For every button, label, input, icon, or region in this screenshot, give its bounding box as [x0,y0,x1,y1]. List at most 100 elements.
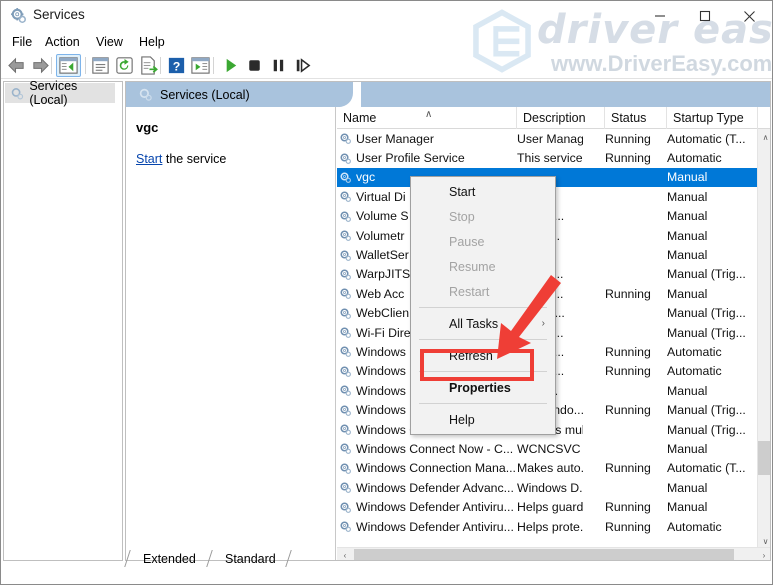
cell-status: Running [605,342,661,361]
restart-service-icon[interactable] [292,55,313,76]
pane-header-label: Services (Local) [160,88,250,102]
service-gear-icon [339,423,352,436]
show-hide-tree-icon[interactable] [58,55,79,76]
tree-item-services-local[interactable]: Services (Local) [5,83,115,103]
tab-separator-left [124,550,131,567]
table-row[interactable]: User ManagerUser Manag...RunningAutomati… [337,129,758,148]
cell-description: WCNCSVC ... [517,439,583,458]
export-list-icon[interactable] [138,55,159,76]
svg-text:?: ? [173,59,181,73]
menu-item-resume: Resume [411,254,555,279]
cell-name: Windows Defender Advanc... [339,478,515,497]
tab-separator-mid [206,550,213,567]
menu-item-refresh[interactable]: Refresh [411,343,555,368]
scroll-up-icon[interactable]: ∧ [758,129,771,145]
menu-item-properties[interactable]: Properties [411,375,555,400]
start-service-link[interactable]: Start [136,152,162,166]
services-gear-icon [10,86,24,101]
service-gear-icon [339,345,352,358]
menu-item-help[interactable]: Help [411,407,555,432]
menu-action[interactable]: Action [40,33,85,51]
cell-startup: Automatic (T... [667,129,758,148]
stop-service-icon[interactable] [244,55,265,76]
cell-startup: Automatic [667,342,758,361]
help-icon[interactable]: ? [166,55,187,76]
pane-header: Services (Local) [126,82,771,107]
cell-status: Running [605,284,661,303]
table-row[interactable]: Windows Defender Advanc...Windows D...Ma… [337,478,758,497]
cell-name: Windows Connection Mana... [339,459,515,478]
cell-startup: Manual (Trig... [667,265,758,284]
menu-separator [419,339,547,340]
services-window: driver easy www.DriverEasy.com Services [0,0,773,585]
tab-extended[interactable]: Extended [133,549,206,568]
service-gear-icon [339,384,352,397]
cell-name: User Manager [339,129,515,148]
toolbar-separator-3 [160,57,161,74]
maximize-button[interactable] [682,1,727,31]
menu-help[interactable]: Help [134,33,170,51]
pause-service-icon[interactable] [268,55,289,76]
forward-arrow-icon[interactable] [30,55,51,76]
menu-item-all-tasks[interactable]: All Tasks› [411,311,555,336]
table-row[interactable]: Windows Connect Now - C...WCNCSVC ...Man… [337,439,758,458]
cell-startup: Automatic [667,148,758,167]
column-header-status[interactable]: Status [605,107,667,129]
toolbar-separator-1 [51,57,52,74]
tab-separator-right [285,550,292,567]
table-row[interactable]: Windows Connection Mana...Makes auto...R… [337,459,758,478]
cell-status [605,187,661,206]
cell-startup: Manual [667,245,758,264]
menu-item-stop: Stop [411,204,555,229]
services-gear-icon [10,7,27,24]
cell-status [605,323,661,342]
menu-bar: File Action View Help [1,31,772,52]
properties-icon[interactable] [90,55,111,76]
vertical-scroll-thumb[interactable] [758,441,771,475]
cell-startup: Manual (Trig... [667,420,758,439]
table-row[interactable]: User Profile ServiceThis service ...Runn… [337,148,758,167]
refresh-icon[interactable] [114,55,135,76]
selected-service-name: vgc [136,120,158,135]
services-gear-icon [138,87,153,102]
start-service-icon[interactable] [220,55,241,76]
cell-startup: Manual [667,226,758,245]
cell-startup: Manual [667,284,758,303]
tree-item-label: Services (Local) [29,79,115,107]
service-gear-icon [339,442,352,455]
service-gear-icon [339,481,352,494]
back-arrow-icon[interactable] [6,55,27,76]
cell-status [605,381,661,400]
cell-name: User Profile Service [339,148,515,167]
list-header-row: Name ∧ Description Status Startup Type [337,107,771,129]
table-row[interactable]: Windows Defender Antiviru...Helps guard.… [337,497,758,516]
cell-status [605,226,661,245]
toolbar-separator-2 [85,57,86,74]
menu-file[interactable]: File [7,33,37,51]
minimize-button[interactable] [637,1,682,31]
view-tabs: Extended Standard [125,549,771,568]
menu-item-start[interactable]: Start [411,179,555,204]
service-gear-icon [339,365,352,378]
sort-ascending-icon: ∧ [425,109,432,120]
column-header-startup[interactable]: Startup Type [667,107,758,129]
service-gear-icon [339,307,352,320]
service-gear-icon [339,210,352,223]
menu-view[interactable]: View [91,33,128,51]
tab-standard[interactable]: Standard [215,549,286,568]
cell-status: Running [605,517,661,536]
cell-startup: Manual [667,207,758,226]
table-row[interactable]: Windows Defender Antiviru...Helps prote.… [337,517,758,536]
service-detail-panel: vgc Start the service [126,107,336,561]
cell-name: Windows Defender Antiviru... [339,497,515,516]
show-action-pane-icon[interactable] [190,55,211,76]
service-gear-icon [339,501,352,514]
close-button[interactable] [727,1,772,31]
cell-startup: Manual (Trig... [667,323,758,342]
column-header-description[interactable]: Description [517,107,605,129]
service-gear-icon [339,152,352,165]
cell-status: Running [605,129,661,148]
cell-description: Helps guard... [517,497,583,516]
vertical-scrollbar[interactable]: ∧ ∨ [757,129,771,549]
context-menu: StartStopPauseResumeRestartAll Tasks›Ref… [410,176,556,435]
